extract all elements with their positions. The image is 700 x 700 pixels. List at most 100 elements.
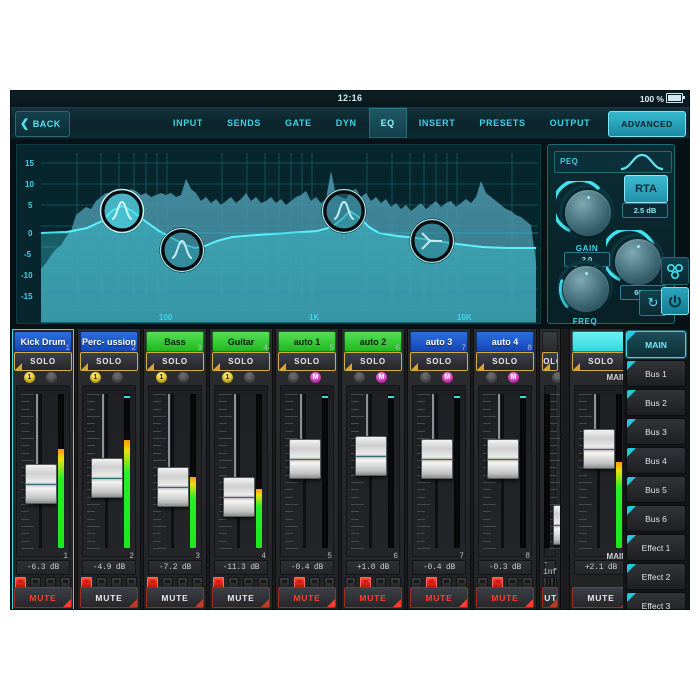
- nav-tab-sends[interactable]: SENDS: [215, 108, 273, 138]
- mute-button[interactable]: MUTE: [410, 587, 468, 608]
- channel-name-plate[interactable]: auto 4: [476, 331, 534, 352]
- freq-knob[interactable]: [554, 257, 616, 319]
- eq-graph[interactable]: 15 10 5 0 -5 -10 -15 100 1K 10K: [16, 144, 541, 324]
- channel-badge-secondary[interactable]: .: [112, 372, 123, 383]
- channel-strip-8[interactable]: auto 4SOLO.M88-0.3 dBMUTE: [473, 329, 537, 610]
- solo-button[interactable]: SOLO: [344, 352, 402, 371]
- channel-name-plate[interactable]: [572, 331, 630, 352]
- channel-badge-secondary[interactable]: .: [552, 372, 561, 383]
- channel-strip-3[interactable]: BassSOLO1.33-7.2 dBMUTE: [143, 329, 207, 610]
- bus-button-bus-1[interactable]: Bus 1: [626, 360, 686, 387]
- channel-strip-7[interactable]: auto 3SOLO.M77-0.4 dBMUTE: [407, 329, 471, 610]
- advanced-button[interactable]: ADVANCED: [608, 111, 686, 137]
- fader-area[interactable]: [82, 385, 136, 557]
- channel-badge-secondary[interactable]: .: [46, 372, 57, 383]
- channel-strip-9[interactable]: SOLO. -inf MUTE: [539, 329, 561, 610]
- nav-tab-dyn[interactable]: DYN: [324, 108, 369, 138]
- fader-area[interactable]: [346, 385, 400, 557]
- fader-handle[interactable]: [223, 477, 255, 517]
- nav-tab-gate[interactable]: GATE: [273, 108, 324, 138]
- fader-track[interactable]: [597, 394, 600, 548]
- solo-button[interactable]: SOLO: [212, 352, 270, 371]
- channel-name-plate[interactable]: Kick Drum: [14, 331, 72, 352]
- fader-db-readout[interactable]: -0.3 dB: [478, 560, 532, 575]
- bus-button-bus-3[interactable]: Bus 3: [626, 418, 686, 445]
- channel-strip-6[interactable]: auto 2SOLO.M66+1.0 dBMUTE: [341, 329, 405, 610]
- fader-handle[interactable]: [553, 505, 561, 545]
- fader-handle[interactable]: [157, 467, 189, 507]
- nav-tab-eq[interactable]: EQ: [369, 108, 407, 138]
- channel-badge-mute-group[interactable]: M: [442, 372, 453, 383]
- mute-button[interactable]: MUTE: [14, 587, 72, 608]
- solo-button[interactable]: SOLO: [410, 352, 468, 371]
- solo-button[interactable]: SOLO: [572, 352, 630, 371]
- mute-button[interactable]: MUTE: [80, 587, 138, 608]
- fader-handle[interactable]: [487, 439, 519, 479]
- channel-strip-5[interactable]: auto 1SOLO.M55-0.4 dBMUTE: [275, 329, 339, 610]
- channel-name-plate[interactable]: auto 3: [410, 331, 468, 352]
- fader-area[interactable]: [544, 385, 556, 557]
- fader-area[interactable]: [574, 385, 628, 557]
- gain-value[interactable]: 2.5 dB: [622, 203, 668, 218]
- fader-db-readout[interactable]: -11.3 dB: [214, 560, 268, 575]
- bus-button-main[interactable]: MAIN: [626, 331, 686, 358]
- mute-button[interactable]: MUTE: [344, 587, 402, 608]
- channel-badge-mute-group[interactable]: M: [310, 372, 321, 383]
- channel-name-plate[interactable]: Perc- ussion: [80, 331, 138, 352]
- channel-name-plate[interactable]: Guitar: [212, 331, 270, 352]
- channel-badge-mute-group[interactable]: M: [376, 372, 387, 383]
- fader-db-readout[interactable]: +1.0 dB: [346, 560, 400, 575]
- channel-badge-mono[interactable]: 1: [156, 372, 167, 383]
- bus-button-effect-1[interactable]: Effect 1: [626, 534, 686, 561]
- bus-button-effect-3[interactable]: Effect 3: [626, 592, 686, 610]
- fader-handle[interactable]: [355, 436, 387, 476]
- channel-name-plate[interactable]: auto 2: [344, 331, 402, 352]
- nav-tab-input[interactable]: INPUT: [161, 108, 215, 138]
- fader-handle[interactable]: [583, 429, 615, 469]
- fader-db-readout[interactable]: -0.4 dB: [280, 560, 334, 575]
- solo-button[interactable]: SOLO: [278, 352, 336, 371]
- bus-button-effect-2[interactable]: Effect 2: [626, 563, 686, 590]
- mute-button[interactable]: MUTE: [212, 587, 270, 608]
- solo-button[interactable]: SOLO: [80, 352, 138, 371]
- fader-db-readout[interactable]: -inf: [544, 560, 556, 575]
- fader-db-readout[interactable]: -7.2 dB: [148, 560, 202, 575]
- bus-button-bus-5[interactable]: Bus 5: [626, 476, 686, 503]
- channel-badge-secondary[interactable]: .: [244, 372, 255, 383]
- fader-db-readout[interactable]: -4.9 dB: [82, 560, 136, 575]
- solo-button[interactable]: SOLO: [14, 352, 72, 371]
- mute-button[interactable]: MUTE: [476, 587, 534, 608]
- nav-tab-output[interactable]: OUTPUT: [538, 108, 603, 138]
- mute-button[interactable]: MUTE: [542, 587, 558, 608]
- fader-area[interactable]: [412, 385, 466, 557]
- channel-badge-mono[interactable]: 1: [222, 372, 233, 383]
- fader-area[interactable]: [16, 385, 70, 557]
- nav-tab-insert[interactable]: INSERT: [407, 108, 468, 138]
- channel-badge-mono[interactable]: 1: [24, 372, 35, 383]
- fader-db-readout[interactable]: +2.1 dB: [574, 560, 628, 575]
- channel-badge-mute-group[interactable]: M: [508, 372, 519, 383]
- mute-button[interactable]: MUTE: [146, 587, 204, 608]
- channel-badge-secondary[interactable]: .: [288, 372, 299, 383]
- fader-area[interactable]: [214, 385, 268, 557]
- channel-name-plate[interactable]: auto 1: [278, 331, 336, 352]
- fader-area[interactable]: [280, 385, 334, 557]
- rta-button[interactable]: RTA: [624, 175, 668, 203]
- channel-strip-4[interactable]: GuitarSOLO1.44-11.3 dBMUTE: [209, 329, 273, 610]
- fader-track[interactable]: [237, 394, 240, 548]
- fader-area[interactable]: [148, 385, 202, 557]
- fader-handle[interactable]: [25, 464, 57, 504]
- channel-badge-secondary[interactable]: .: [354, 372, 365, 383]
- channel-badge-secondary[interactable]: .: [178, 372, 189, 383]
- solo-button[interactable]: SOLO: [542, 352, 558, 371]
- mute-button[interactable]: MUTE: [278, 587, 336, 608]
- solo-button[interactable]: SOLO: [146, 352, 204, 371]
- solo-button[interactable]: SOLO: [476, 352, 534, 371]
- channel-strip-1[interactable]: Kick DrumSOLO1.11-6.3 dBMUTE: [11, 329, 75, 610]
- mute-button[interactable]: MUTE: [572, 587, 630, 608]
- fader-area[interactable]: [478, 385, 532, 557]
- nav-tab-presets[interactable]: PRESETS: [467, 108, 537, 138]
- channel-name-plate[interactable]: Bass: [146, 331, 204, 352]
- fader-db-readout[interactable]: -0.4 dB: [412, 560, 466, 575]
- fader-handle[interactable]: [421, 439, 453, 479]
